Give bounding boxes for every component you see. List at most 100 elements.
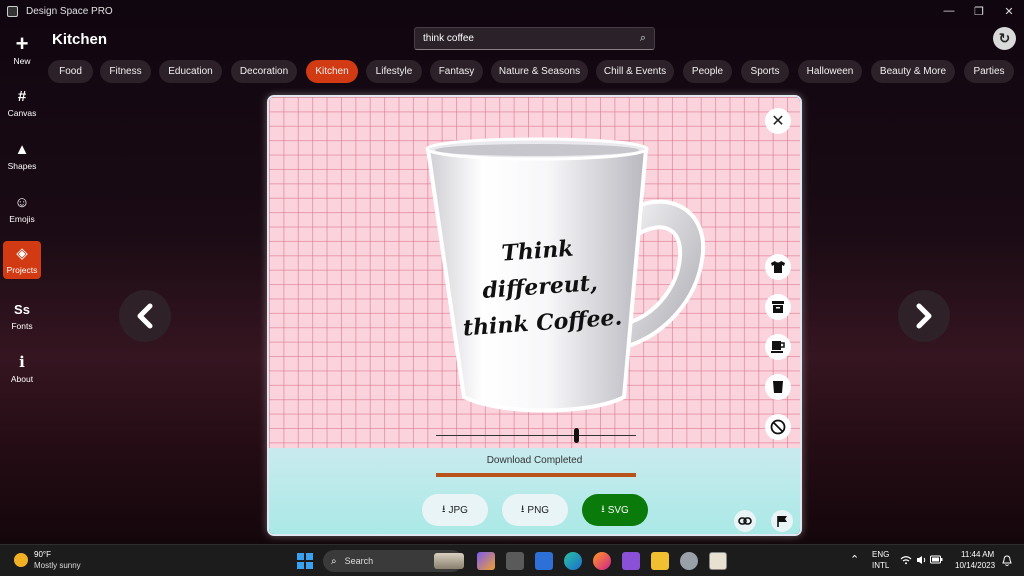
category-kitchen[interactable]: Kitchen	[306, 60, 358, 83]
previous-button[interactable]	[119, 290, 171, 342]
mug-text: Think differeut, think Coffee.	[441, 227, 638, 348]
chevron-left-icon	[137, 303, 153, 329]
visual-studio-icon[interactable]	[622, 552, 640, 570]
design-canvas: Think differeut, think Coffee. ✕	[269, 97, 800, 448]
design-space-app-icon[interactable]	[709, 552, 727, 570]
download-png-button[interactable]: ⭳ PNG	[502, 494, 568, 526]
battery-icon[interactable]	[930, 555, 943, 564]
box-button[interactable]	[765, 294, 791, 320]
category-food[interactable]: Food	[48, 60, 93, 83]
ban-icon	[770, 419, 786, 435]
tshirt-button[interactable]	[765, 254, 791, 280]
download-status: Download Completed	[486, 455, 583, 466]
report-button[interactable]	[771, 510, 793, 532]
sidebar-item-about[interactable]: ℹ About	[3, 350, 41, 388]
category-chill-events[interactable]: Chill & Events	[596, 60, 674, 83]
language-layout: INTL	[872, 561, 890, 570]
size-slider-track[interactable]	[436, 435, 636, 436]
taskbar: 90°F Mostly sunny ⌕ Search ⌃ ENG INTL 11…	[0, 544, 1024, 576]
file-explorer-icon[interactable]	[651, 552, 669, 570]
cup-button[interactable]	[765, 374, 791, 400]
search-icon[interactable]: ⌕	[640, 32, 646, 45]
download-svg-button[interactable]: ⭳ SVG	[582, 494, 648, 526]
grid-icon: #	[17, 87, 27, 105]
chevron-right-icon	[916, 303, 932, 329]
sidebar-item-label: Projects	[6, 264, 38, 275]
sidebar-item-label: New	[13, 55, 31, 66]
maximize-button[interactable]: ❐	[964, 0, 994, 22]
download-svg-label: SVG	[607, 504, 629, 516]
download-jpg-label: JPG	[448, 504, 468, 516]
category-halloween[interactable]: Halloween	[798, 60, 862, 83]
title-bar: Design Space PRO — ❐ ✕	[0, 0, 1024, 22]
sidebar-item-new[interactable]: + New	[3, 31, 41, 69]
taskbar-search-label: Search	[344, 556, 374, 566]
sidebar-item-projects[interactable]: ◈ Projects	[3, 241, 41, 279]
language-code[interactable]: ENG	[872, 550, 889, 559]
download-icon: ⭳	[601, 503, 605, 515]
cup-icon	[773, 381, 783, 393]
firefox-icon[interactable]	[593, 552, 611, 570]
search-input[interactable]	[415, 33, 625, 44]
windows-start-icon[interactable]	[297, 553, 313, 569]
taskbar-widget-icon[interactable]	[434, 553, 464, 569]
sidebar-item-label: Fonts	[11, 320, 33, 331]
category-education[interactable]: Education	[159, 60, 222, 83]
minimize-button[interactable]: —	[934, 0, 964, 22]
category-nature-seasons[interactable]: Nature & Seasons	[491, 60, 588, 83]
sidebar-item-fonts[interactable]: Ss Fonts	[3, 297, 41, 335]
tray-expand-icon[interactable]: ⌃	[850, 553, 859, 566]
weather-description: Mostly sunny	[34, 561, 81, 570]
search-icon: ⌕	[331, 555, 337, 567]
sidebar-item-emojis[interactable]: ☺ Emojis	[3, 190, 41, 228]
weather-sun-icon[interactable]	[14, 553, 28, 567]
close-window-button[interactable]: ✕	[994, 0, 1024, 22]
box-icon	[772, 301, 784, 313]
edge-browser-icon[interactable]	[564, 552, 582, 570]
size-slider-thumb[interactable]	[574, 428, 579, 443]
copilot-icon[interactable]	[477, 552, 495, 570]
wifi-icon[interactable]	[900, 555, 912, 565]
store-icon[interactable]	[535, 552, 553, 570]
tshirt-icon	[771, 261, 785, 273]
flag-icon	[777, 515, 787, 527]
clock-time[interactable]: 11:44 AM	[961, 550, 994, 559]
category-decoration[interactable]: Decoration	[231, 60, 297, 83]
mug-button[interactable]	[765, 334, 791, 360]
mug-text-line1: Think differeut,	[481, 235, 599, 304]
plus-icon: +	[15, 30, 29, 56]
category-sports[interactable]: Sports	[741, 60, 789, 83]
category-people[interactable]: People	[683, 60, 732, 83]
category-fantasy[interactable]: Fantasy	[430, 60, 483, 83]
sidebar-item-shapes[interactable]: ▲ Shapes	[3, 137, 41, 175]
category-beauty-more[interactable]: Beauty & More	[871, 60, 955, 83]
smiley-icon: ☺	[14, 193, 30, 211]
volume-icon[interactable]	[916, 555, 927, 565]
download-progress-fill	[436, 473, 636, 477]
category-fitness[interactable]: Fitness	[100, 60, 151, 83]
app-icon	[7, 5, 18, 17]
refresh-button[interactable]: ↻	[993, 27, 1016, 50]
layers-icon: ◈	[16, 244, 28, 262]
weather-temperature: 90°F	[34, 550, 51, 559]
close-preview-button[interactable]: ✕	[765, 108, 791, 134]
category-lifestyle[interactable]: Lifestyle	[366, 60, 422, 83]
shapes-icon: ▲	[14, 140, 30, 158]
settings-gear-icon[interactable]	[680, 552, 698, 570]
download-jpg-button[interactable]: ⭳ JPG	[422, 494, 488, 526]
link-icon	[738, 517, 752, 525]
next-button[interactable]	[898, 290, 950, 342]
share-link-button[interactable]	[734, 510, 756, 532]
window-title: Design Space PRO	[26, 5, 113, 17]
sidebar-item-canvas[interactable]: # Canvas	[3, 84, 41, 122]
task-view-icon[interactable]	[506, 552, 524, 570]
page-title: Kitchen	[52, 31, 108, 48]
preview-panel: Think differeut, think Coffee. ✕ Downloa…	[267, 95, 802, 536]
clear-button[interactable]	[765, 414, 791, 440]
search-box: ⌕	[414, 27, 655, 50]
category-parties[interactable]: Parties	[964, 60, 1014, 83]
window-controls: — ❐ ✕	[934, 0, 1024, 22]
download-png-label: PNG	[527, 504, 550, 516]
notification-bell-icon[interactable]	[1001, 555, 1013, 567]
clock-date: 10/14/2023	[955, 561, 996, 570]
